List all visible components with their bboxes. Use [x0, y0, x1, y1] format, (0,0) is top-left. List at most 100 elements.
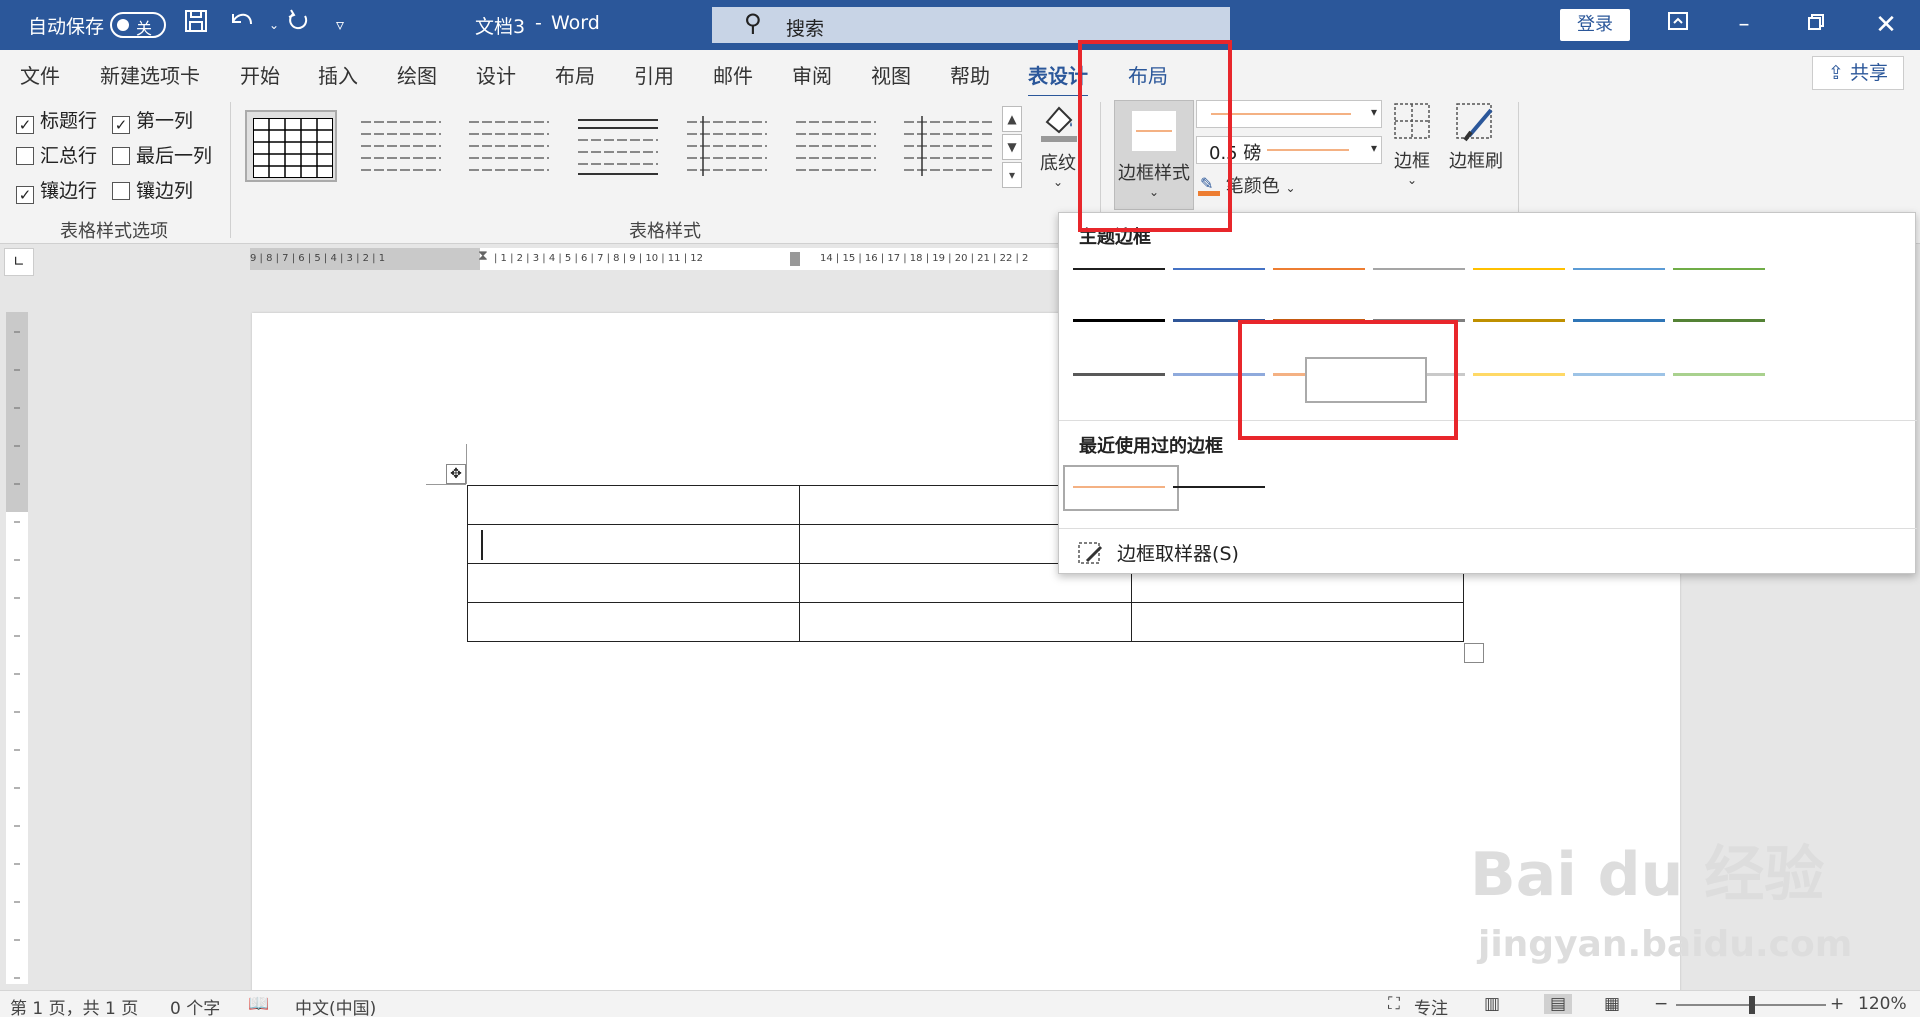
tab-design[interactable]: 设计	[476, 60, 516, 89]
border-sampler-item[interactable]: 边框取样器(S)	[1077, 539, 1239, 566]
table-cell[interactable]	[1131, 602, 1464, 642]
border-swatch[interactable]	[1673, 268, 1765, 270]
autosave-state: 关	[136, 19, 153, 38]
save-icon[interactable]	[176, 8, 216, 42]
search-icon: ⚲	[744, 9, 762, 37]
table-style-5[interactable]	[681, 110, 773, 182]
table-style-2[interactable]	[355, 110, 447, 182]
borders-button[interactable]: 边框 ⌄	[1390, 102, 1434, 187]
minimize-icon[interactable]: –	[1724, 8, 1764, 42]
table-cell[interactable]	[467, 524, 800, 564]
web-layout-icon[interactable]: ▦	[1604, 994, 1620, 1014]
tab-review[interactable]: 审阅	[792, 60, 832, 89]
tab-references[interactable]: 引用	[634, 60, 674, 89]
recent-border-swatch[interactable]	[1173, 486, 1265, 488]
tab-layout[interactable]: 布局	[555, 60, 595, 89]
tab-mailings[interactable]: 邮件	[713, 60, 753, 89]
table-resize-handle[interactable]	[1464, 643, 1484, 663]
status-word-count[interactable]: 0 个字	[170, 994, 220, 1017]
tab-view[interactable]: 视图	[871, 60, 911, 89]
customize-qat-icon[interactable]: ▿	[320, 8, 360, 42]
border-swatch[interactable]	[1473, 268, 1565, 270]
autosave-toggle[interactable]: 关	[110, 12, 166, 38]
tab-file[interactable]: 文件	[20, 60, 60, 89]
close-icon[interactable]: ✕	[1866, 8, 1906, 42]
border-swatch[interactable]	[1373, 268, 1465, 270]
table-cell[interactable]	[467, 563, 800, 603]
table-style-6[interactable]	[790, 110, 882, 182]
ribbon-display-icon[interactable]	[1658, 8, 1698, 42]
ribbon-tabs: 文件 新建选项卡 开始 插入 绘图 设计 布局 引用 邮件 审阅 视图 帮助 表…	[0, 50, 1920, 98]
zoom-in-button[interactable]: +	[1830, 994, 1844, 1014]
styles-scroll-up[interactable]: ▲	[1002, 106, 1022, 132]
search-box[interactable]: ⚲ 搜索	[712, 7, 1230, 43]
border-swatch[interactable]	[1273, 268, 1365, 270]
tab-help[interactable]: 帮助	[950, 60, 990, 89]
tab-insert[interactable]: 插入	[318, 60, 358, 89]
checkbox-last-column[interactable]: 最后一列	[112, 141, 212, 168]
chevron-down-icon: ▾	[1370, 105, 1377, 119]
table-style-7[interactable]	[898, 110, 998, 182]
shading-label: 底纹	[1040, 153, 1076, 174]
zoom-slider[interactable]	[1676, 996, 1826, 1014]
status-focus[interactable]: 专注	[1414, 994, 1448, 1017]
border-swatch[interactable]	[1473, 319, 1565, 322]
toggle-knob	[117, 19, 129, 31]
print-layout-icon[interactable]: ▤	[1544, 994, 1573, 1014]
pen-color-dropdown-icon: ⌄	[1285, 181, 1296, 195]
status-zoom-level[interactable]: 120%	[1858, 994, 1907, 1014]
styles-scroll-down[interactable]: ▼	[1002, 134, 1022, 160]
border-swatch[interactable]	[1673, 319, 1765, 322]
redo-icon[interactable]	[278, 8, 318, 42]
table-cell[interactable]	[799, 602, 1132, 642]
table-style-4[interactable]	[572, 110, 664, 182]
column-marker[interactable]	[790, 252, 800, 266]
read-mode-icon[interactable]: ▥	[1484, 994, 1500, 1014]
checkbox-header-row[interactable]: ✓ 标题行	[16, 106, 97, 134]
checkbox-banded-columns[interactable]: 镶边列	[112, 176, 193, 203]
border-swatch[interactable]	[1573, 319, 1665, 322]
table-cell[interactable]	[467, 485, 800, 525]
border-swatch[interactable]	[1073, 319, 1165, 322]
checkbox-banded-rows[interactable]: ✓ 镶边行	[16, 176, 97, 204]
tab-home[interactable]: 开始	[240, 60, 280, 89]
login-button[interactable]: 登录	[1560, 9, 1630, 41]
border-swatch[interactable]	[1073, 268, 1165, 270]
search-placeholder: 搜索	[786, 18, 825, 40]
border-swatch[interactable]	[1473, 373, 1565, 376]
checkbox-total-row[interactable]: 汇总行	[16, 141, 97, 168]
table-style-3[interactable]	[463, 110, 555, 182]
restore-icon[interactable]	[1796, 8, 1836, 42]
border-swatch[interactable]	[1673, 373, 1765, 376]
indent-marker-icon[interactable]: ⧗	[478, 248, 488, 264]
checkbox-first-column[interactable]: ✓ 第一列	[112, 106, 193, 134]
checkbox-label: 标题行	[40, 110, 98, 132]
styles-more[interactable]: ▾	[1002, 162, 1022, 188]
vertical-ruler[interactable]	[6, 312, 28, 984]
tab-selector[interactable]: ∟	[4, 248, 34, 276]
panel-separator	[1059, 420, 1917, 421]
zoom-slider-thumb[interactable]	[1749, 996, 1755, 1014]
border-swatch[interactable]	[1073, 373, 1165, 376]
status-language[interactable]: 中文(中国)	[295, 994, 376, 1017]
shading-button[interactable]: 底纹 ⌄	[1036, 102, 1080, 189]
ruler-left-numbers: 9 | 8 | 7 | 6 | 5 | 4 | 3 | 2 | 1	[250, 253, 386, 264]
tab-draw[interactable]: 绘图	[397, 60, 437, 89]
border-painter-button[interactable]: 边框刷	[1446, 102, 1506, 173]
tab-new-tab[interactable]: 新建选项卡	[100, 60, 200, 89]
table-style-grid[interactable]	[245, 110, 337, 182]
share-button[interactable]: ⇪ 共享	[1812, 56, 1904, 90]
status-page[interactable]: 第 1 页，共 1 页	[10, 994, 138, 1017]
border-swatch[interactable]	[1573, 268, 1665, 270]
proofing-icon[interactable]: 📖	[248, 994, 269, 1014]
text-cursor	[481, 530, 483, 560]
pen-weight-preview	[1267, 149, 1349, 151]
zoom-out-button[interactable]: −	[1654, 994, 1668, 1014]
horizontal-ruler[interactable]: 9 | 8 | 7 | 6 | 5 | 4 | 3 | 2 | 1 ⧗ | 1 …	[250, 248, 1060, 270]
border-swatch[interactable]	[1173, 268, 1265, 270]
border-swatch[interactable]	[1573, 373, 1665, 376]
move-icon[interactable]: ✥	[446, 464, 466, 484]
table-cell[interactable]	[467, 602, 800, 642]
checkbox-label: 第一列	[136, 110, 194, 132]
recent-border-swatch[interactable]	[1073, 486, 1165, 488]
